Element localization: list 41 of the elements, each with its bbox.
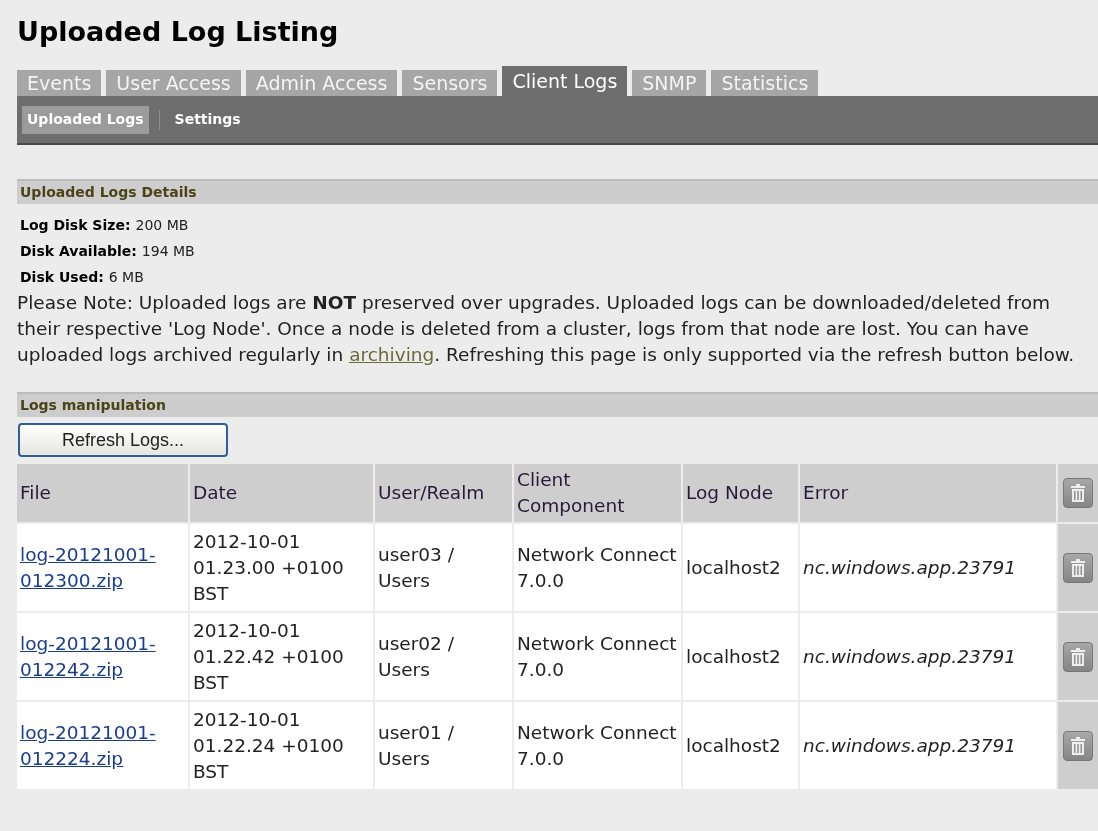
table-cell-text: Network Connect 7.0.0 — [517, 720, 678, 771]
field-label: Disk Used: — [20, 267, 104, 287]
delete-button[interactable] — [1063, 641, 1093, 672]
trash-icon — [1071, 736, 1085, 755]
field-value: 194 MB — [141, 241, 195, 261]
note-text: Please Note: Uploaded logs are NOT preserved over upgrades. Uploaded logs can be downloaded/deleted from their respective 'Log Node'. Once a node is deleted from a cluster, logs from that node are lost. You can have uploaded logs archived regularly in archiving. Refreshing this page is only supported via the refresh button below. — [17, 291, 1076, 367]
table-cell-text: user02 / Users — [378, 631, 455, 682]
table-cell-text: Network Connect 7.0.0 — [517, 631, 678, 682]
field-label: Log Disk Size: — [20, 215, 131, 235]
table-cell-text: 2012-10-01 01.22.24 +0100 BST — [193, 707, 345, 784]
page-title: Uploaded Log Listing — [17, 15, 340, 49]
delete-button[interactable] — [1063, 552, 1093, 583]
file-link[interactable]: log-20121001-012242.zip — [20, 630, 185, 683]
subnav-tab[interactable]: Uploaded Logs — [22, 105, 149, 134]
table-cell-text: user03 / Users — [378, 542, 455, 593]
field-label: Disk Available: — [20, 241, 137, 261]
field-value: 6 MB — [108, 267, 144, 287]
section-header: Logs manipulation — [17, 392, 1098, 417]
delete-all-button[interactable] — [1063, 478, 1093, 508]
section-header: Uploaded Logs Details — [17, 179, 1098, 204]
table-cell-text: localhost2 — [686, 555, 781, 580]
trash-icon — [1071, 484, 1085, 502]
subnav-tab[interactable]: Settings — [169, 105, 246, 134]
table-cell-text: nc.windows.app.23791 — [803, 644, 1017, 669]
table-cell-text: user01 / Users — [378, 720, 455, 771]
file-link[interactable]: log-20121001-012300.zip — [20, 541, 185, 594]
field-value: 200 MB — [135, 215, 189, 235]
trash-icon — [1071, 558, 1085, 577]
table-cell-text: nc.windows.app.23791 — [803, 733, 1017, 758]
table-cell-text: localhost2 — [686, 644, 781, 669]
table-cell-text: localhost2 — [686, 733, 781, 758]
archiving-link[interactable]: archiving — [349, 344, 435, 365]
trash-icon — [1071, 647, 1085, 666]
table-cell-text: 2012-10-01 01.23.00 +0100 BST — [193, 529, 345, 606]
table-cell-text: 2012-10-01 01.22.42 +0100 BST — [193, 618, 345, 695]
table-cell-text: Network Connect 7.0.0 — [517, 542, 678, 593]
delete-button[interactable] — [1063, 730, 1093, 761]
tab[interactable]: Client Logs — [502, 66, 628, 96]
table-cell-text: nc.windows.app.23791 — [803, 555, 1017, 580]
file-link[interactable]: log-20121001-012224.zip — [20, 719, 185, 772]
refresh-logs-button[interactable]: Refresh Logs... — [18, 423, 228, 457]
